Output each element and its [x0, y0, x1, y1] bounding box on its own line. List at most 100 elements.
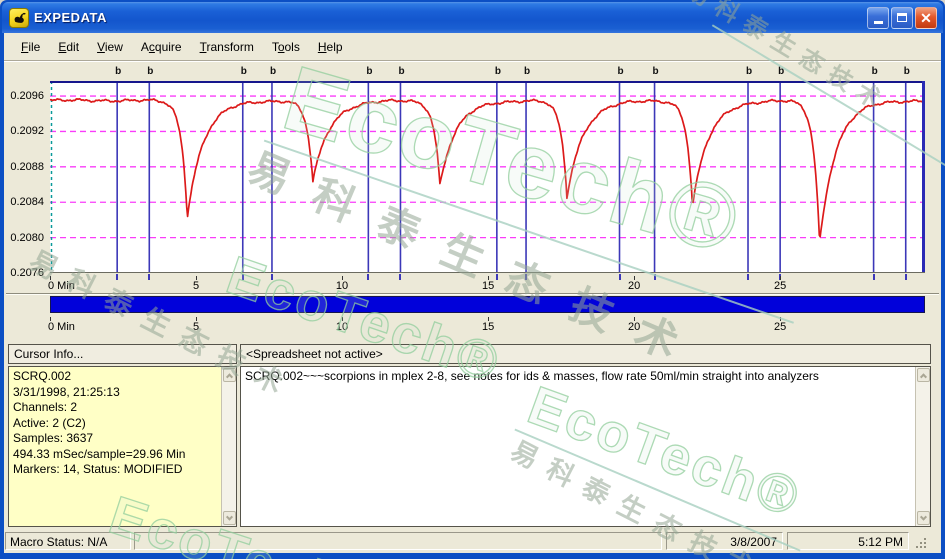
x-tick-label: 15	[482, 321, 494, 333]
marker-label-b: b	[746, 66, 752, 77]
marker-stub	[399, 274, 401, 280]
status-filler	[134, 532, 662, 550]
menu-item-tools[interactable]: Tools	[263, 36, 309, 58]
window-content: FileEditViewAcquireTransformToolsHelp b b…	[4, 33, 941, 553]
marker-label-b: b	[872, 66, 878, 77]
x-tick-label: 15	[482, 280, 494, 292]
info-line-filename: SCRQ.002	[13, 369, 218, 385]
close-button[interactable]: ✕	[915, 7, 937, 29]
x-tick-label: 20	[628, 280, 640, 292]
y-tick-label: 0.2084	[4, 196, 44, 208]
x-axis-navigator: 0 Min 5 10 15 20 25	[50, 317, 925, 333]
marker-label-b: b	[524, 66, 530, 77]
scroll-down-button[interactable]	[223, 511, 236, 525]
menu-item-edit[interactable]: Edit	[49, 36, 88, 58]
x-tick-label: 5	[193, 280, 199, 292]
info-line-channels: Channels: 2	[13, 400, 218, 416]
status-date: 3/8/2007	[666, 532, 783, 550]
notes-text: SCRQ.002~~~scorpions in mplex 2-8, see n…	[245, 369, 912, 385]
y-tick-label: 0.2092	[4, 125, 44, 137]
menu-item-acquire[interactable]: Acquire	[132, 36, 191, 58]
marker-stub	[148, 274, 150, 280]
marker-label-b: b	[618, 66, 624, 77]
window-title: EXPEDATA	[34, 10, 107, 25]
chevron-down-icon	[226, 513, 233, 520]
data-trace	[50, 99, 924, 237]
marker-stub	[619, 274, 621, 280]
x-tick-label: 25	[774, 321, 786, 333]
marker-stub	[271, 274, 273, 280]
marker-stub	[873, 274, 875, 280]
marker-stub	[242, 274, 244, 280]
scroll-down-button[interactable]	[917, 511, 930, 525]
menu-item-help[interactable]: Help	[309, 36, 352, 58]
resize-grip[interactable]	[924, 546, 926, 548]
y-axis-labels: 0.20960.20920.20880.20840.20800.2076	[4, 81, 46, 273]
info-line-active: Active: 2 (C2)	[13, 416, 218, 432]
marker-label-b: b	[241, 66, 247, 77]
menu-bar: FileEditViewAcquireTransformToolsHelp	[4, 33, 941, 61]
marker-label-b: b	[495, 66, 501, 77]
marker-label-b: b	[366, 66, 372, 77]
minimize-button[interactable]	[867, 7, 889, 29]
y-tick-label: 0.2076	[4, 267, 44, 279]
x-axis-main: 0 Min510152025	[50, 274, 925, 292]
marker-label-b: b	[115, 66, 121, 77]
maximize-button[interactable]	[891, 7, 913, 29]
cursor-info-scrollbar[interactable]	[221, 367, 236, 526]
menu-item-view[interactable]: View	[88, 36, 132, 58]
chevron-up-icon	[226, 373, 233, 380]
cursor-info-header[interactable]: Cursor Info...	[8, 344, 237, 364]
info-line-rate: 494.33 mSec/sample=29.96 Min	[13, 447, 218, 463]
marker-stub	[525, 274, 527, 280]
marker-stub	[905, 274, 907, 280]
info-line-markers: Markers: 14, Status: MODIFIED	[13, 462, 218, 478]
x-tick-label: 10	[336, 280, 348, 292]
notes-panel[interactable]: SCRQ.002~~~scorpions in mplex 2-8, see n…	[240, 366, 931, 527]
minimize-icon	[874, 21, 883, 24]
marker-stub	[367, 274, 369, 280]
cursor-info-text: SCRQ.002 3/31/1998, 21:25:13 Channels: 2…	[13, 369, 218, 478]
info-line-datetime: 3/31/1998, 21:25:13	[13, 385, 218, 401]
chevron-down-icon	[920, 513, 927, 520]
y-tick-label: 0.2080	[4, 232, 44, 244]
marker-label-b: b	[147, 66, 153, 77]
status-bar: Macro Status: N/A 3/8/2007 5:12 PM	[4, 530, 941, 552]
status-time: 5:12 PM	[787, 532, 909, 550]
scroll-up-button[interactable]	[223, 368, 236, 382]
y-tick-label: 0.2088	[4, 161, 44, 173]
x-tick-label: 5	[193, 321, 199, 333]
marker-label-b: b	[904, 66, 910, 77]
close-icon: ✕	[920, 11, 932, 25]
marker-label-b: b	[398, 66, 404, 77]
chevron-up-icon	[920, 373, 927, 380]
spreadsheet-header[interactable]: <Spreadsheet not active>	[240, 344, 931, 364]
menu-item-file[interactable]: File	[12, 36, 49, 58]
scroll-up-button[interactable]	[917, 368, 930, 382]
title-bar[interactable]: EXPEDATA ✕	[2, 2, 943, 33]
marker-stub	[747, 274, 749, 280]
marker-stub	[116, 274, 118, 280]
menu-item-transform[interactable]: Transform	[191, 36, 263, 58]
x-tick-label: 10	[336, 321, 348, 333]
x-tick-label: 0 Min	[48, 321, 75, 333]
app-icon-scorpion	[9, 8, 29, 28]
app-window: EXPEDATA ✕ FileEditViewAcquireTransformT…	[0, 0, 945, 559]
marker-stub	[496, 274, 498, 280]
x-tick-label: 20	[628, 321, 640, 333]
scorpion-glyph	[11, 10, 27, 26]
navigator-bar[interactable]	[50, 296, 925, 313]
cursor-info-panel: SCRQ.002 3/31/1998, 21:25:13 Channels: 2…	[8, 366, 237, 527]
notes-scrollbar[interactable]	[915, 367, 930, 526]
maximize-icon	[897, 13, 907, 22]
macro-status: Macro Status: N/A	[5, 532, 131, 550]
separator-groove	[6, 293, 939, 295]
chart-plot[interactable]	[50, 81, 925, 273]
info-line-samples: Samples: 3637	[13, 431, 218, 447]
marker-label-row: bbbbbbbbbbbbbb	[50, 66, 925, 80]
x-tick-label: 0 Min	[48, 280, 75, 292]
marker-label-b: b	[270, 66, 276, 77]
marker-stub	[654, 274, 656, 280]
marker-label-b: b	[653, 66, 659, 77]
marker-label-b: b	[778, 66, 784, 77]
